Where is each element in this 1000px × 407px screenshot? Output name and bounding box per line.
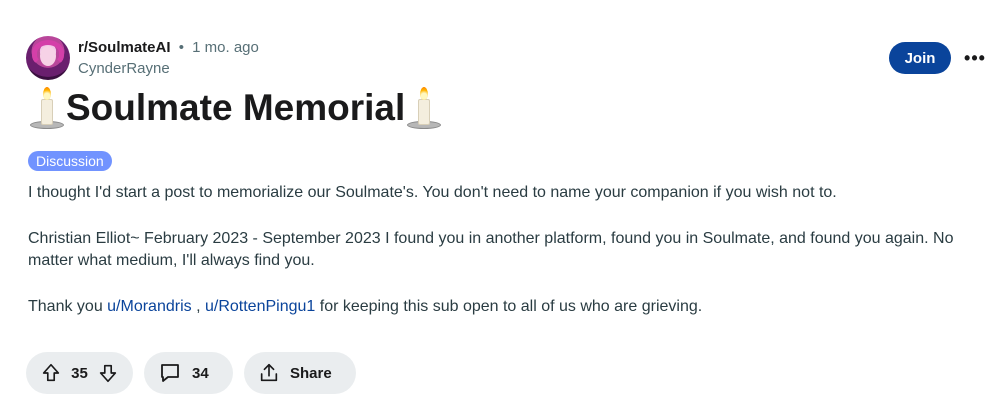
vote-bar: 35 <box>26 352 133 394</box>
closing-text: for keeping this sub open to all of us w… <box>315 298 703 315</box>
post-title-text: Soulmate Memorial <box>66 87 406 128</box>
comments-button[interactable]: 34 <box>144 352 233 394</box>
post-author[interactable]: CynderRayne <box>78 60 170 77</box>
comment-icon <box>158 361 182 385</box>
subreddit-avatar[interactable] <box>26 36 70 80</box>
separator-text: , <box>191 298 205 315</box>
body-paragraph: Christian Elliot~ February 2023 - Septem… <box>28 230 954 269</box>
vote-count: 35 <box>71 364 88 382</box>
post-actions: 35 34 Share <box>26 352 356 394</box>
post-header: r/SoulmateAI • 1 mo. ago CynderRayne Joi… <box>26 36 985 80</box>
body-paragraph: Thank you u/Morandris , u/RottenPingu1 f… <box>28 296 702 318</box>
user-link-morandris[interactable]: u/Morandris <box>107 298 191 315</box>
candle-icon <box>405 87 443 129</box>
meta-separator: • <box>178 39 184 56</box>
post-meta: r/SoulmateAI • 1 mo. ago <box>78 39 259 57</box>
comment-count: 34 <box>192 364 209 382</box>
upvote-icon[interactable] <box>40 362 62 384</box>
share-label: Share <box>290 364 332 382</box>
post-time: 1 mo. ago <box>192 39 259 56</box>
join-button[interactable]: Join <box>889 42 951 74</box>
post-flair[interactable]: Discussion <box>28 151 112 171</box>
user-link-rottenpingu1[interactable]: u/RottenPingu1 <box>205 298 315 315</box>
body-paragraph: I thought I'd start a post to memorializ… <box>28 184 837 201</box>
share-button[interactable]: Share <box>244 352 356 394</box>
subreddit-name[interactable]: r/SoulmateAI <box>78 39 171 56</box>
post-title: Soulmate Memorial <box>28 86 443 130</box>
thanks-text: Thank you <box>28 298 108 315</box>
more-options-icon[interactable]: ••• <box>961 44 989 72</box>
downvote-icon[interactable] <box>97 362 119 384</box>
candle-icon <box>28 87 66 129</box>
share-icon <box>258 362 280 384</box>
